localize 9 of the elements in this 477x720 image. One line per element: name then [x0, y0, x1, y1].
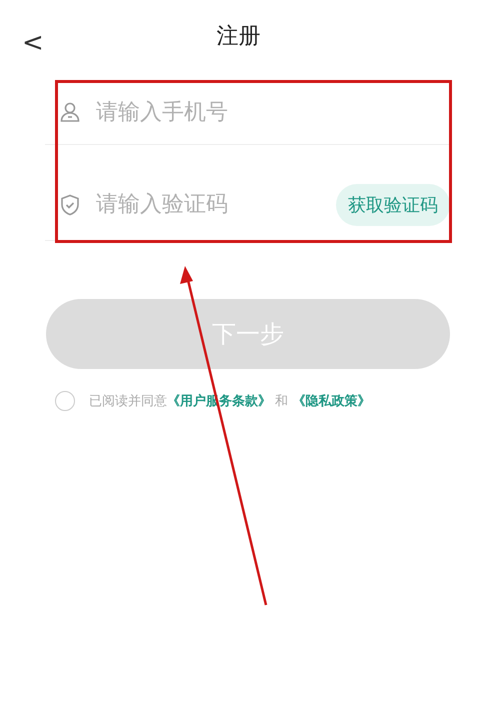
agree-checkbox[interactable] — [55, 391, 75, 411]
get-code-button[interactable]: 获取验证码 — [336, 184, 450, 226]
back-button[interactable]: < — [22, 30, 44, 56]
privacy-link[interactable]: 《隐私政策》 — [292, 394, 370, 409]
shield-icon — [58, 192, 82, 216]
input-field[interactable]: 请输入验证码 — [94, 191, 336, 218]
page-title: 注册 — [216, 23, 260, 51]
user-icon — [58, 100, 82, 124]
input-field[interactable]: 请输入手机号 — [94, 98, 450, 126]
